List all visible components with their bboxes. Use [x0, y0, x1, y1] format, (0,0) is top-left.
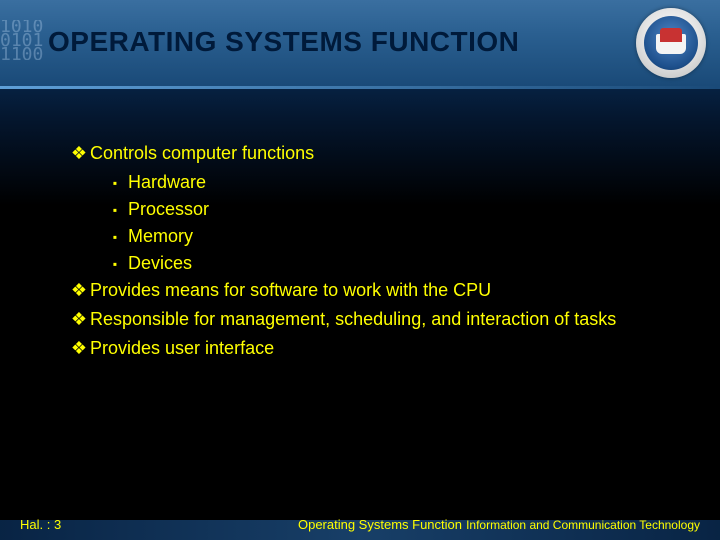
bullet-item: ❖Responsible for management, scheduling,…: [68, 306, 680, 333]
slide-title: OPERATING SYSTEMS FUNCTION: [48, 26, 519, 58]
slide: 1010 0101 1100 OPERATING SYSTEMS FUNCTIO…: [0, 0, 720, 540]
sub-bullet-text: Hardware: [128, 172, 206, 192]
diamond-icon: ❖: [68, 277, 90, 304]
diamond-icon: ❖: [68, 306, 90, 333]
square-icon: ▪: [102, 228, 128, 246]
sub-bullet-text: Memory: [128, 226, 193, 246]
square-icon: ▪: [102, 174, 128, 192]
logo-icon: [644, 16, 698, 70]
footer-subject: Information and Communication Technology: [466, 518, 700, 532]
sub-bullet-item: ▪Hardware: [102, 169, 680, 196]
sub-bullet-text: Devices: [128, 253, 192, 273]
sub-bullet-item: ▪Devices: [102, 250, 680, 277]
header-accent-line: [0, 86, 720, 89]
square-icon: ▪: [102, 255, 128, 273]
bullet-item: ❖Controls computer functions: [68, 140, 680, 167]
diamond-icon: ❖: [68, 335, 90, 362]
logo-badge: [636, 8, 706, 78]
footer: Hal. : 3 Operating Systems Function Info…: [0, 506, 720, 540]
bullet-item: ❖Provides user interface: [68, 335, 680, 362]
sub-bullet-text: Processor: [128, 199, 209, 219]
sub-bullet-item: ▪Processor: [102, 196, 680, 223]
diamond-icon: ❖: [68, 140, 90, 167]
bullet-text: Controls computer functions: [90, 143, 314, 163]
bullet-text: Provides user interface: [90, 338, 274, 358]
bullet-text: Responsible for management, scheduling, …: [90, 309, 616, 329]
bullet-text: Provides means for software to work with…: [90, 280, 491, 300]
bullet-item: ❖Provides means for software to work wit…: [68, 277, 680, 304]
content-area: ❖Controls computer functions ▪Hardware ▪…: [68, 140, 680, 364]
sub-bullet-item: ▪Memory: [102, 223, 680, 250]
square-icon: ▪: [102, 201, 128, 219]
